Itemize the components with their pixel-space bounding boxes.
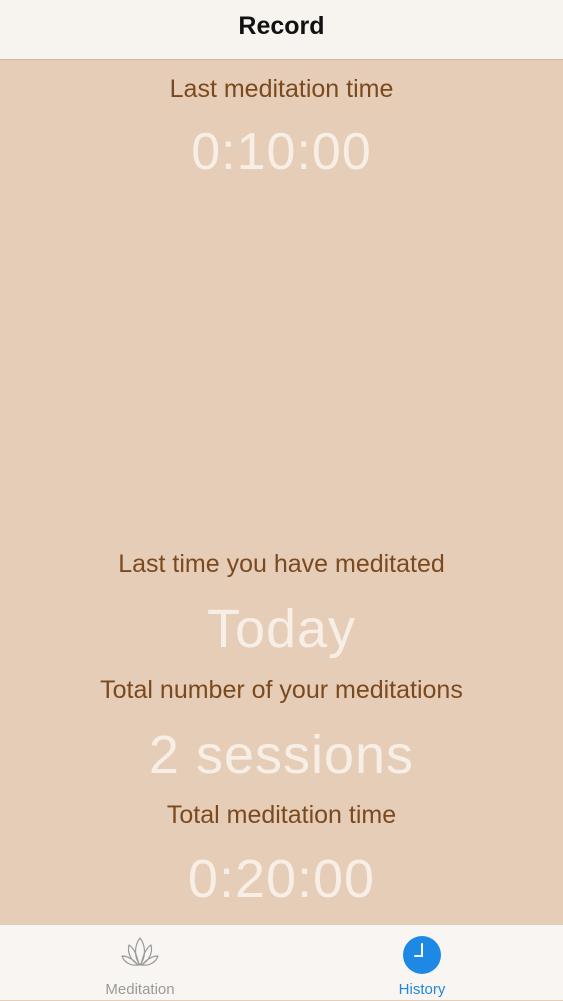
total-meditation-time-label: Total meditation time [166,801,397,829]
tab-meditation[interactable]: Meditation [70,925,210,1001]
total-meditations-value: 2 sessions [148,725,415,785]
last-meditation-time-value: 0:10:00 [191,123,372,181]
record-content: Last meditation time 0:10:00 Last time y… [0,60,563,924]
total-meditations-label: Total number of your meditations [100,676,463,704]
navigation-bar: Record [0,0,563,60]
tab-history[interactable]: History [352,925,492,1001]
total-meditation-time-value: 0:20:00 [187,849,376,909]
tab-history-label: History [398,981,446,998]
clock-icon [402,935,442,980]
last-meditated-label: Last time you have meditated [118,550,445,578]
tab-meditation-label: Meditation [105,981,175,998]
page-title: Record [238,12,325,40]
tab-bar: Meditation History [0,924,563,1000]
lotus-icon [120,935,160,974]
last-meditation-time-label: Last meditation time [169,75,394,103]
last-meditated-value: Today [206,599,357,659]
